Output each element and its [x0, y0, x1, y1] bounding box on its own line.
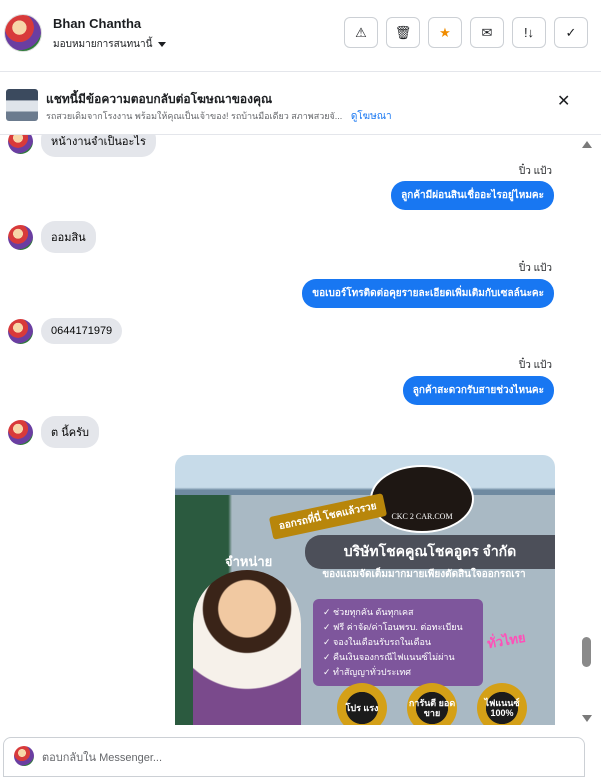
scrollbar-thumb[interactable]: [582, 636, 591, 667]
incoming-message: ต นี้ครับ: [8, 416, 99, 448]
incoming-message: หน้างานจำเป็นอะไร: [8, 135, 156, 157]
presenter-figure: [193, 570, 301, 725]
star-button[interactable]: ★: [428, 17, 462, 48]
follow-up-icon: !↓: [523, 25, 535, 40]
message-bubble[interactable]: ต นี้ครับ: [41, 416, 99, 448]
avatar[interactable]: [8, 224, 33, 250]
star-icon: ★: [439, 24, 451, 40]
benefit-item: ✓ จองในเดือนรับรถในเดือน: [323, 637, 431, 647]
mark-read-icon: ✉: [481, 24, 493, 40]
scroll-up-icon[interactable]: [582, 141, 592, 148]
message-bubble[interactable]: ขอเบอร์โทรติดต่อคุยรายละเอียดเพิ่มเติมกั…: [302, 279, 554, 308]
conversation-header: Bhan Chantha มอบหมายการสนทนานี้ ⚠ 🗑 ★ ✉ …: [0, 0, 601, 72]
message-thread: หน้างานจำเป็นอะไร ปิ๋ว แป้ว ลูกค้ามีผ่อน…: [0, 135, 578, 725]
promo-seal: โปร แรง: [337, 683, 387, 725]
view-ad-link[interactable]: ดูโฆษณา: [351, 111, 392, 122]
warning-button[interactable]: ⚠: [344, 17, 378, 48]
logo-text: CKC 2 CAR.COM: [391, 512, 453, 521]
benefit-item: ✓ ช่วยทุกคัน ดันทุกเคส: [323, 607, 414, 617]
avatar[interactable]: [8, 318, 33, 344]
trash-icon: 🗑: [394, 24, 412, 40]
image-message[interactable]: CKC 2 CAR.COM ออกรถที่นี่ โชคแล้วรวย จำห…: [175, 455, 555, 725]
warning-icon: ⚠: [355, 24, 367, 40]
sender-name: ปิ๋ว แป้ว: [518, 166, 552, 177]
chevron-down-icon: [158, 42, 167, 47]
ad-description-text: รถสวยเดิมจากโรงงาน พร้อมให้คุณเป็นเจ้าขอ…: [46, 111, 343, 121]
company-name: บริษัทโชคคูณโชคอูดร จำกัด: [305, 535, 555, 569]
thread-scrollbar[interactable]: [580, 135, 594, 725]
message-bubble[interactable]: ลูกค้ามีผ่อนสินเชื่ออะไรอยู่ไหมคะ: [391, 181, 554, 210]
close-icon[interactable]: ✕: [557, 94, 570, 110]
guarantee-seal: การันตี ยอดขาย: [407, 683, 457, 725]
header-actions: ⚠ 🗑 ★ ✉ !↓ ✓: [344, 17, 588, 48]
ad-tagline: ของแถมจัดเต็มมากมายเพียงตัดสินใจออกรถเรา: [322, 569, 526, 580]
ad-banner-title: แชทนี้มีข้อความตอบกลับต่อโฆษณาของคุณ: [46, 92, 273, 106]
message-bubble[interactable]: หน้างานจำเป็นอะไร: [41, 135, 156, 157]
avatar[interactable]: [8, 135, 33, 154]
assign-label: มอบหมายการสนทนานี้: [53, 39, 153, 50]
reply-input[interactable]: [42, 746, 562, 770]
message-bubble[interactable]: ออมสิน: [41, 221, 96, 253]
follow-up-button[interactable]: !↓: [512, 17, 546, 48]
assign-dropdown[interactable]: มอบหมายการสนทนานี้: [53, 37, 167, 52]
benefit-item: ✓ ทำสัญญาทั่วประเทศ: [323, 667, 412, 677]
benefits-list: ✓ ช่วยทุกคัน ดันทุกเคส ✓ ฟรี ค่าจัด/ค่าโ…: [313, 599, 483, 686]
ad-reply-banner: แชทนี้มีข้อความตอบกลับต่อโฆษณาของคุณ รถส…: [0, 73, 601, 135]
benefit-item: ✓ คืนเงินจองกรณีไฟแนนซ์ไม่ผ่าน: [323, 652, 455, 662]
scroll-down-icon[interactable]: [582, 715, 592, 722]
ad-banner-description: รถสวยเดิมจากโรงงาน พร้อมให้คุณเป็นเจ้าขอ…: [46, 109, 392, 124]
reply-composer: [3, 737, 585, 777]
mark-read-button[interactable]: ✉: [470, 17, 504, 48]
ad-thumbnail[interactable]: [6, 89, 38, 121]
sender-name: ปิ๋ว แป้ว: [518, 263, 552, 274]
avatar[interactable]: [8, 419, 33, 445]
avatar: [14, 746, 34, 766]
done-icon: ✓: [565, 24, 577, 40]
avatar[interactable]: [4, 14, 42, 52]
finance-seal: ไฟแนนซ์ 100%: [477, 683, 527, 725]
shop-sign: จำหน่าย: [225, 554, 273, 569]
sender-name: ปิ๋ว แป้ว: [518, 360, 552, 371]
benefit-item: ✓ ฟรี ค่าจัด/ค่าโอนพรบ. ต่อทะเบียน: [323, 622, 463, 632]
contact-name[interactable]: Bhan Chantha: [53, 16, 141, 31]
company-logo: CKC 2 CAR.COM: [370, 465, 474, 533]
incoming-message: ออมสิน: [8, 221, 96, 253]
delete-button[interactable]: 🗑: [386, 17, 420, 48]
incoming-message: 0644171979: [8, 318, 123, 344]
message-bubble[interactable]: 0644171979: [41, 318, 123, 344]
message-bubble[interactable]: ลูกค้าสะดวกรับสายช่วงไหนคะ: [402, 376, 554, 405]
done-button[interactable]: ✓: [554, 17, 588, 48]
